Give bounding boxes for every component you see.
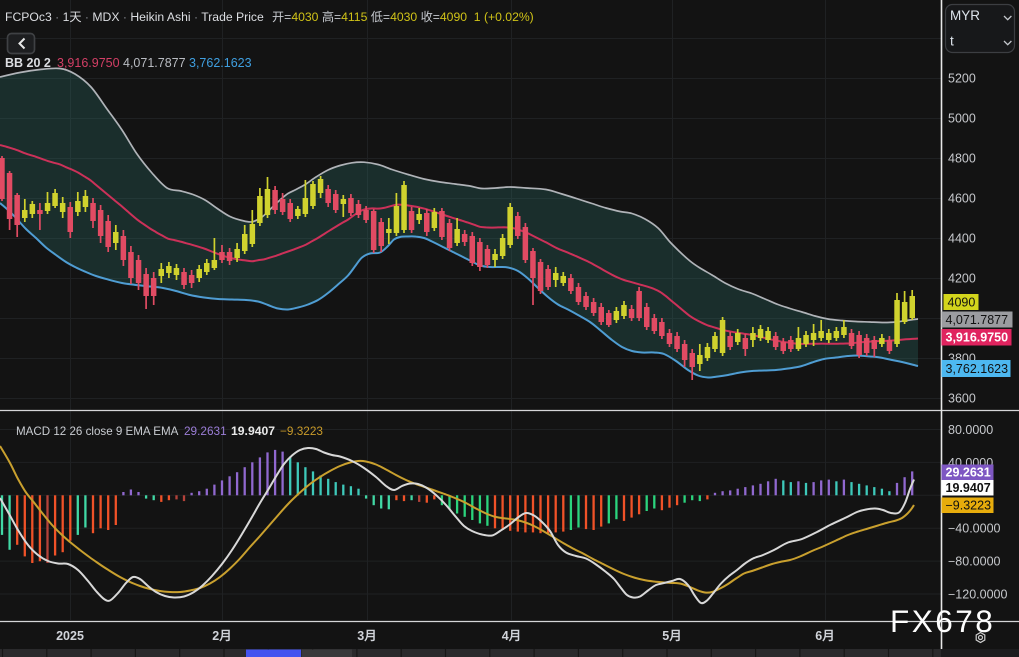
svg-text:FCPOc3 · 1天 · MDX · Heikin Ash: FCPOc3 · 1天 · MDX · Heikin Ashi · Trade … xyxy=(5,10,264,24)
svg-text:19.9407: 19.9407 xyxy=(946,481,991,495)
svg-text:4200: 4200 xyxy=(948,272,976,286)
svg-text:4月: 4月 xyxy=(502,629,521,643)
svg-text:3,762.1623: 3,762.1623 xyxy=(946,362,1009,376)
svg-text:4800: 4800 xyxy=(948,152,976,166)
svg-text:−40.0000: −40.0000 xyxy=(948,522,1001,536)
svg-text:3,762.1623: 3,762.1623 xyxy=(189,56,252,70)
svg-text:19.9407: 19.9407 xyxy=(231,424,275,438)
svg-text:−9.3223: −9.3223 xyxy=(946,499,992,513)
svg-text:3月: 3月 xyxy=(357,629,376,643)
svg-text:2月: 2月 xyxy=(212,629,231,643)
svg-text:5月: 5月 xyxy=(662,629,681,643)
svg-text:4,071.7877: 4,071.7877 xyxy=(946,313,1009,327)
svg-text:−120.0000: −120.0000 xyxy=(948,588,1007,602)
svg-text:5200: 5200 xyxy=(948,72,976,86)
svg-text:3,916.9750: 3,916.9750 xyxy=(946,331,1009,345)
svg-text:4,071.7877: 4,071.7877 xyxy=(123,56,186,70)
svg-text:4090: 4090 xyxy=(948,295,976,309)
svg-text:29.2631: 29.2631 xyxy=(184,424,227,438)
svg-text:BB 20 2: BB 20 2 xyxy=(5,56,51,70)
svg-text:2025: 2025 xyxy=(56,629,84,643)
svg-text:3,916.9750: 3,916.9750 xyxy=(57,56,120,70)
svg-text:开=4030 高=4115 低=4030 收=4090 1: 开=4030 高=4115 低=4030 收=4090 1 (+0.02%) xyxy=(272,9,534,24)
svg-text:5000: 5000 xyxy=(948,112,976,126)
svg-text:6月: 6月 xyxy=(815,629,834,643)
svg-text:MACD 12 26 close 9 EMA EMA: MACD 12 26 close 9 EMA EMA xyxy=(16,425,179,438)
svg-text:t: t xyxy=(950,34,954,49)
svg-text:4600: 4600 xyxy=(948,192,976,206)
svg-text:MYR: MYR xyxy=(950,8,980,23)
svg-text:3600: 3600 xyxy=(948,392,976,406)
svg-text:4400: 4400 xyxy=(948,232,976,246)
svg-text:29.2631: 29.2631 xyxy=(946,466,991,480)
svg-text:−9.3223: −9.3223 xyxy=(280,424,323,438)
svg-text:80.0000: 80.0000 xyxy=(948,423,993,437)
svg-text:−80.0000: −80.0000 xyxy=(948,555,1001,569)
